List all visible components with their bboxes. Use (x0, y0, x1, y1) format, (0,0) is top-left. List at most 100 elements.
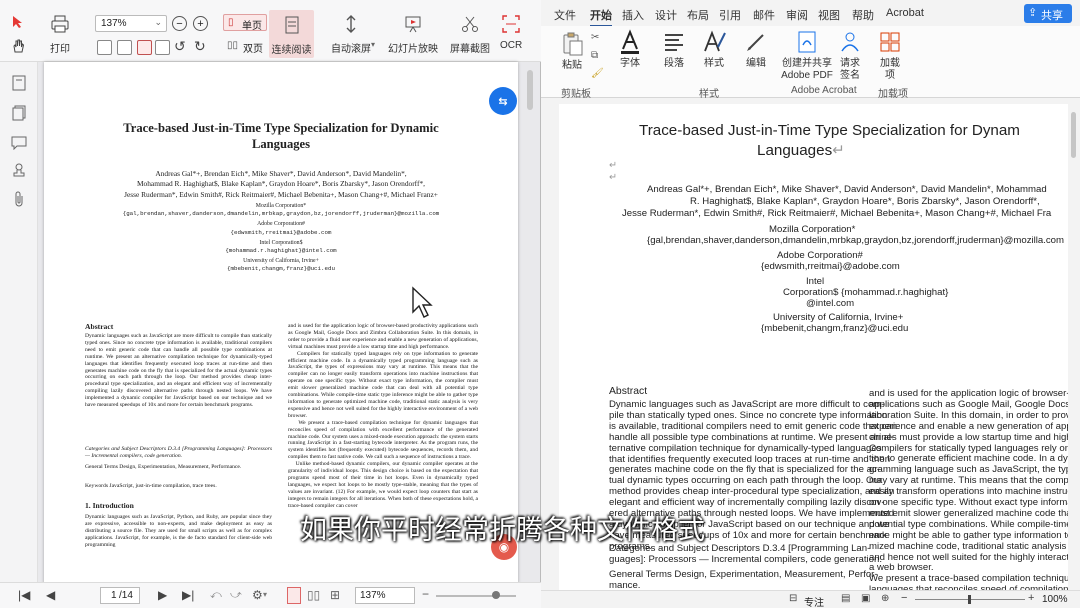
auto-scroll-button[interactable]: 自动滚屏 (331, 14, 371, 55)
zoom-minus-icon[interactable]: − (901, 592, 907, 604)
affiliation-intel: Intel Corporation$ (259, 239, 303, 246)
actual-size-icon[interactable] (137, 40, 152, 55)
page-number-field[interactable]: 1 /14 (100, 587, 140, 604)
grid-view-icon[interactable]: ⊞ (330, 588, 340, 602)
doc-title-line1: Trace-based Just-in-Time Type Specializa… (639, 121, 1020, 141)
zoom-select[interactable]: 137% ⌄ (95, 15, 167, 32)
zoom-plus-icon[interactable]: + (1028, 592, 1034, 604)
ocr-button[interactable]: OCR (500, 14, 522, 51)
zoom-out-small-icon[interactable]: − (422, 587, 429, 601)
first-page-icon[interactable]: |◀ (18, 588, 30, 602)
paper-title-line2: Languages (251, 137, 311, 151)
ribbon-tab-10[interactable]: Acrobat (886, 7, 924, 19)
next-page-icon[interactable]: ▶ (158, 588, 167, 602)
styles-button[interactable]: 样式 (701, 29, 727, 70)
pdf-scrollbar[interactable] (527, 70, 533, 110)
auto-scroll-caret-icon[interactable]: ▾ (371, 40, 375, 49)
cut-icon[interactable]: ✂ (591, 32, 599, 43)
fit-visible-icon[interactable] (155, 40, 170, 55)
double-page-button[interactable]: ▯▯ 双页 (223, 38, 267, 55)
pdf-sidebar (0, 62, 38, 582)
undo-view-icon[interactable]: ⤺ (210, 589, 222, 602)
affiliation-uci: University of California, Irvine+ (243, 258, 319, 265)
focus-label[interactable]: 专注 (804, 594, 824, 608)
styles-label: 样式 (704, 58, 724, 69)
screenshot-label: 屏幕截图 (450, 44, 490, 55)
font-button[interactable]: 字体 (617, 29, 643, 70)
thumbnails-icon[interactable] (10, 104, 28, 122)
ribbon-tab-3[interactable]: 设计 (655, 7, 677, 23)
select-cursor-icon[interactable] (10, 14, 26, 30)
single-view-icon[interactable] (287, 587, 301, 604)
doc-authors-line3: Jesse Ruderman*, Edwin Smith#, Rick Reit… (622, 208, 1052, 219)
word-zoom-thumb[interactable] (968, 595, 971, 604)
read-mode-icon[interactable]: ▤ (841, 593, 850, 604)
editing-button[interactable]: 编辑 (743, 29, 769, 70)
slideshow-button[interactable]: 幻灯片放映 (388, 14, 438, 55)
ribbon-tab-7[interactable]: 审阅 (786, 7, 808, 23)
screenshot-button[interactable]: 屏幕截图 (450, 14, 490, 55)
rotate-right-icon[interactable]: ↻ (194, 38, 206, 55)
pilcrow-icon: ↵ (832, 142, 845, 159)
print-button[interactable]: 打印 (50, 14, 70, 55)
web-layout-icon[interactable]: ⊕ (881, 593, 889, 604)
bottom-zoom-value: 137% (360, 590, 386, 601)
single-page-icon: ▯ (228, 17, 234, 28)
double-view-icon[interactable]: ▯▯ (307, 588, 320, 602)
zoom-out-icon[interactable]: − (172, 16, 187, 31)
rotate-left-icon[interactable]: ↺ (174, 38, 186, 55)
ribbon-tab-1[interactable]: 开始 (590, 7, 612, 27)
settings-gear-icon[interactable]: ⚙ (252, 588, 263, 602)
fit-page-icon[interactable] (117, 40, 132, 55)
focus-icon[interactable]: ⊟ (789, 593, 797, 604)
paragraph-label: 段落 (664, 58, 684, 69)
abstract-heading: Abstract (85, 322, 114, 331)
pilcrow-icon: ↵ (609, 172, 618, 183)
ribbon-tab-4[interactable]: 布局 (687, 7, 709, 23)
stamp-icon[interactable] (10, 162, 28, 180)
email-intel: {mohammad.r.haghighat}@intel.com (225, 247, 337, 255)
prev-page-icon[interactable]: ◀ (46, 588, 55, 602)
last-page-icon[interactable]: ▶| (182, 588, 194, 602)
bottom-zoom-select[interactable]: 137% (355, 587, 415, 604)
ribbon-tab-8[interactable]: 视图 (818, 7, 840, 23)
print-layout-icon[interactable]: ▣ (861, 593, 870, 604)
pdf-status-bar: |◀ ◀ 1 /14 ▶ ▶| ⤺ ⤻ ⚙ ▾ ▯▯ ⊞ 137% − (0, 582, 541, 608)
zoom-slider[interactable] (436, 591, 516, 599)
bookmark-icon[interactable] (10, 74, 28, 92)
redo-view-icon[interactable]: ⤻ (230, 589, 242, 602)
ribbon-tab-6[interactable]: 邮件 (753, 7, 775, 23)
zoom-slider-thumb[interactable] (492, 591, 500, 599)
doc-adobe-email: {edwsmith,rreitmai}@adobe.com (761, 261, 900, 272)
copy-icon[interactable]: ⧉ (591, 50, 598, 61)
doc-title-text2: Languages (757, 142, 833, 159)
single-page-button[interactable]: ▯ 单页 (223, 14, 267, 32)
share-button[interactable]: ⇪ 共享 (1024, 4, 1072, 23)
authors-line3: Jesse Ruderman*, Edwin Smith#, Rick Reit… (124, 189, 438, 199)
doc-line: guages]: Processors — Incremental compil… (609, 554, 883, 565)
zoom-in-icon[interactable]: + (193, 16, 208, 31)
attachment-icon[interactable] (10, 190, 28, 208)
paragraph-button[interactable]: 段落 (661, 29, 687, 70)
create-pdf-button[interactable]: 创建并共享 Adobe PDF (781, 29, 833, 82)
addins-button[interactable]: 加载项 (879, 29, 901, 82)
fit-width-icon[interactable] (97, 40, 112, 55)
request-sign-button[interactable]: 请求 签名 (837, 29, 863, 82)
translate-float-button[interactable]: ⇆ (489, 87, 517, 115)
screen: 打印 137% ⌄ − + ↺ ↻ ▯ 单页 ▯▯ 双页 连续阅读 自动滚屏 ▾… (0, 0, 1080, 608)
format-painter-icon[interactable]: 🖌 (591, 68, 604, 79)
hand-tool-icon[interactable] (10, 38, 26, 54)
comments-icon[interactable] (10, 134, 28, 152)
word-scrollbar[interactable] (1071, 112, 1076, 158)
request-sign-label: 请求 签名 (840, 58, 860, 81)
chevron-down-icon: ⌄ (154, 17, 162, 27)
ribbon-tab-0[interactable]: 文件 (554, 7, 576, 23)
word-zoom-slider[interactable] (915, 595, 1025, 604)
ribbon-tab-9[interactable]: 帮助 (852, 7, 874, 23)
categories-text: Categories and Subject Descriptors D.3.4… (85, 446, 272, 459)
paste-button[interactable]: 粘贴 (559, 31, 585, 72)
settings-caret-icon[interactable]: ▾ (263, 590, 267, 599)
ribbon-tab-5[interactable]: 引用 (719, 7, 741, 23)
continuous-read-button[interactable]: 连续阅读 (269, 10, 314, 58)
ribbon-tab-2[interactable]: 插入 (622, 7, 644, 23)
